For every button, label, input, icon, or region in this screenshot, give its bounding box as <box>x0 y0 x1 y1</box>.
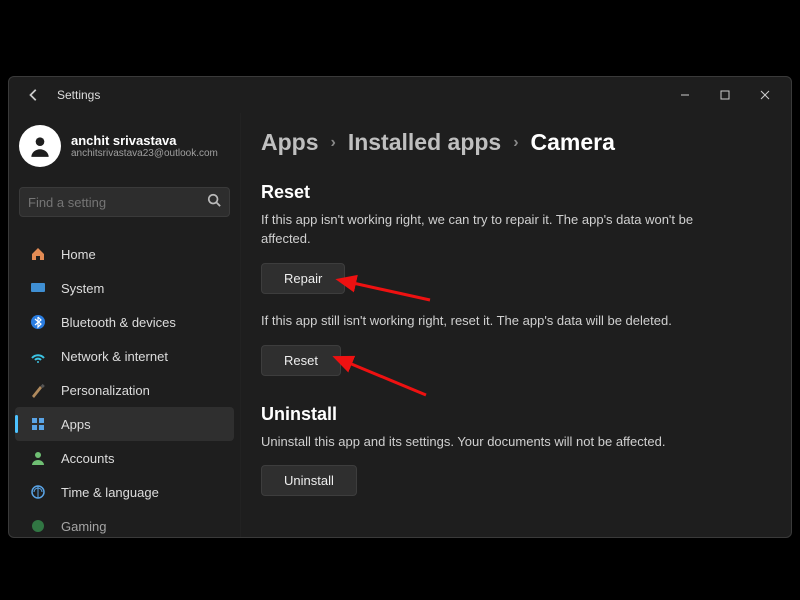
titlebar: Settings <box>9 77 791 113</box>
nav-bluetooth[interactable]: Bluetooth & devices <box>15 305 234 339</box>
home-icon <box>29 245 47 263</box>
nav-network[interactable]: Network & internet <box>15 339 234 373</box>
nav-label: System <box>61 281 104 296</box>
search-box[interactable] <box>19 187 230 217</box>
close-button[interactable] <box>745 77 785 113</box>
network-icon <box>29 347 47 365</box>
maximize-button[interactable] <box>705 77 745 113</box>
nav-label: Network & internet <box>61 349 168 364</box>
nav-accounts[interactable]: Accounts <box>15 441 234 475</box>
breadcrumb-current: Camera <box>531 129 615 156</box>
nav-system[interactable]: System <box>15 271 234 305</box>
gaming-icon <box>29 517 47 535</box>
chevron-right-icon: › <box>331 134 336 152</box>
nav-label: Accounts <box>61 451 114 466</box>
nav-label: Home <box>61 247 96 262</box>
back-button[interactable] <box>25 86 43 104</box>
uninstall-heading: Uninstall <box>261 404 761 425</box>
breadcrumb: Apps › Installed apps › Camera <box>261 129 761 156</box>
nav-apps[interactable]: Apps <box>15 407 234 441</box>
minimize-button[interactable] <box>665 77 705 113</box>
window-controls <box>665 77 785 113</box>
personalization-icon <box>29 381 47 399</box>
repair-button[interactable]: Repair <box>261 263 345 294</box>
profile-email: anchitsrivastava23@outlook.com <box>71 148 218 159</box>
apps-icon <box>29 415 47 433</box>
window-title: Settings <box>57 88 100 102</box>
nav-label: Apps <box>61 417 91 432</box>
bluetooth-icon <box>29 313 47 331</box>
nav-personalization[interactable]: Personalization <box>15 373 234 407</box>
breadcrumb-apps[interactable]: Apps <box>261 129 319 156</box>
nav-home[interactable]: Home <box>15 237 234 271</box>
reset-button[interactable]: Reset <box>261 345 341 376</box>
system-icon <box>29 279 47 297</box>
search-input[interactable] <box>28 195 207 210</box>
nav-time[interactable]: Time & language <box>15 475 234 509</box>
uninstall-button[interactable]: Uninstall <box>261 465 357 496</box>
nav-label: Time & language <box>61 485 159 500</box>
sidebar: anchit srivastava anchitsrivastava23@out… <box>9 113 241 537</box>
nav-gaming[interactable]: Gaming <box>15 509 234 537</box>
uninstall-help-text: Uninstall this app and its settings. You… <box>261 433 731 452</box>
profile-name: anchit srivastava <box>71 133 218 149</box>
breadcrumb-installed[interactable]: Installed apps <box>348 129 501 156</box>
settings-window: Settings anchit srivastava anchitsrivast… <box>8 76 792 538</box>
search-icon <box>207 193 221 212</box>
account-card[interactable]: anchit srivastava anchitsrivastava23@out… <box>13 123 236 177</box>
reset-help-text: If this app still isn't working right, r… <box>261 312 731 331</box>
primary-nav: Home System Bluetooth & devices Network … <box>13 237 236 537</box>
time-icon <box>29 483 47 501</box>
avatar <box>19 125 61 167</box>
content-pane: Apps › Installed apps › Camera Reset If … <box>241 113 791 537</box>
nav-label: Gaming <box>61 519 107 534</box>
reset-heading: Reset <box>261 182 761 203</box>
accounts-icon <box>29 449 47 467</box>
chevron-right-icon: › <box>513 134 518 152</box>
nav-label: Bluetooth & devices <box>61 315 176 330</box>
nav-label: Personalization <box>61 383 150 398</box>
repair-help-text: If this app isn't working right, we can … <box>261 211 731 249</box>
